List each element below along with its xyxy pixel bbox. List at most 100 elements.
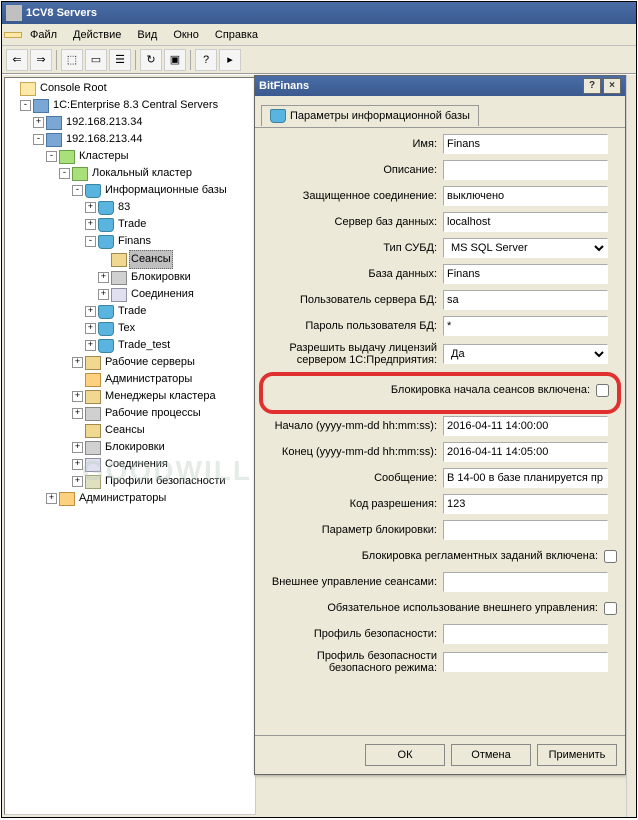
lockstart-checkbox[interactable] xyxy=(596,384,609,397)
apply-button[interactable]: Применить xyxy=(537,744,617,766)
permcode-field[interactable] xyxy=(443,494,608,514)
ok-button[interactable]: ОК xyxy=(365,744,445,766)
expander-icon[interactable]: + xyxy=(98,272,109,283)
expander-icon[interactable]: + xyxy=(72,357,83,368)
tree-ib-trade2[interactable]: Trade xyxy=(116,303,148,320)
expander-icon[interactable]: - xyxy=(85,236,96,247)
help-button[interactable]: ? xyxy=(583,78,601,94)
secprofile-field[interactable] xyxy=(443,624,608,644)
extmanage-field[interactable] xyxy=(443,572,608,592)
tree-local-cluster[interactable]: Локальный кластер xyxy=(90,165,194,182)
tree-securityprofiles[interactable]: Профили безопасности xyxy=(103,473,228,490)
dbpass-field[interactable] xyxy=(443,316,608,336)
tree-workservers[interactable]: Рабочие серверы xyxy=(103,354,197,371)
desc-field[interactable] xyxy=(443,160,608,180)
end-field[interactable] xyxy=(443,442,608,462)
secure-field[interactable] xyxy=(443,186,608,206)
forward-button[interactable]: ⇒ xyxy=(30,49,52,71)
tree-connections[interactable]: Соединения xyxy=(129,286,196,303)
name-field[interactable] xyxy=(443,134,608,154)
tab-params[interactable]: Параметры информационной базы xyxy=(261,105,479,126)
tree-admins[interactable]: Администраторы xyxy=(103,371,194,388)
menu-view[interactable]: Вид xyxy=(129,27,165,43)
expander-icon[interactable]: + xyxy=(72,476,83,487)
tree-workprocesses[interactable]: Рабочие процессы xyxy=(103,405,203,422)
up-button[interactable]: ⬚ xyxy=(61,49,83,71)
tree-panel[interactable]: Console Root - 1C:Enterprise 8.3 Central … xyxy=(4,77,256,815)
infobase-icon xyxy=(85,184,101,198)
dbname-field[interactable] xyxy=(443,264,608,284)
expander-icon[interactable]: + xyxy=(85,323,96,334)
schedlock-label: Блокировка регламентных заданий включена… xyxy=(263,550,604,562)
dbpass-label: Пароль пользователя БД: xyxy=(263,320,443,332)
tree-clusters[interactable]: Кластеры xyxy=(77,148,131,165)
tree-ib-finans[interactable]: Finans xyxy=(116,233,153,250)
expander-icon[interactable]: + xyxy=(98,289,109,300)
help-button[interactable]: ? xyxy=(195,49,217,71)
show-button[interactable]: ▭ xyxy=(85,49,107,71)
close-button[interactable]: × xyxy=(603,78,621,94)
tree-clustermanagers[interactable]: Менеджеры кластера xyxy=(103,388,218,405)
tree-sessions[interactable]: Сеансы xyxy=(129,250,173,269)
safesecprofile-field[interactable] xyxy=(443,652,608,672)
extmanage-label: Внешнее управление сеансами: xyxy=(263,576,443,588)
expander-icon[interactable]: + xyxy=(72,459,83,470)
lockstart-label: Блокировка начала сеансов включена: xyxy=(271,384,596,396)
tree-sessions2[interactable]: Сеансы xyxy=(103,422,147,439)
tree-connections2[interactable]: Соединения xyxy=(103,456,170,473)
tree-ib-trade[interactable]: Trade xyxy=(116,216,148,233)
tree-ib-tradetest[interactable]: Trade_test xyxy=(116,337,172,354)
expander-icon[interactable]: - xyxy=(59,168,70,179)
expander-icon[interactable]: + xyxy=(33,117,44,128)
separator xyxy=(56,50,57,70)
extmanage-req-checkbox[interactable] xyxy=(604,602,617,615)
separator xyxy=(135,50,136,70)
schedlock-checkbox[interactable] xyxy=(604,550,617,563)
locks-icon xyxy=(111,271,127,285)
lockparam-field[interactable] xyxy=(443,520,608,540)
expander-icon[interactable]: + xyxy=(85,306,96,317)
expander-icon[interactable]: - xyxy=(33,134,44,145)
license-select[interactable]: Да xyxy=(443,344,608,364)
expander-icon[interactable]: - xyxy=(46,151,57,162)
tree-console-root[interactable]: Console Root xyxy=(38,80,109,97)
tree-infobases[interactable]: Информационные базы xyxy=(103,182,229,199)
tree-server-2[interactable]: 192.168.213.44 xyxy=(64,131,144,148)
expander-icon[interactable]: - xyxy=(20,100,31,111)
dbtype-select[interactable]: MS SQL Server xyxy=(443,238,608,258)
tree-enterprise[interactable]: 1C:Enterprise 8.3 Central Servers xyxy=(51,97,220,114)
refresh-button[interactable]: ↻ xyxy=(140,49,162,71)
expander-icon[interactable]: + xyxy=(72,408,83,419)
msg-field[interactable] xyxy=(443,468,608,488)
expander-icon[interactable]: + xyxy=(72,391,83,402)
list-button[interactable]: ☰ xyxy=(109,49,131,71)
tree-admins2[interactable]: Администраторы xyxy=(77,490,168,507)
tree-server-1[interactable]: 192.168.213.34 xyxy=(64,114,144,131)
menu-window[interactable]: Окно xyxy=(165,27,207,43)
expander-icon[interactable]: - xyxy=(72,185,83,196)
menu-file[interactable]: Файл xyxy=(22,27,65,43)
cancel-button[interactable]: Отмена xyxy=(451,744,531,766)
expander-icon[interactable]: + xyxy=(85,202,96,213)
dbserver-label: Сервер баз данных: xyxy=(263,216,443,228)
expander-icon[interactable]: + xyxy=(46,493,57,504)
expander-icon[interactable]: + xyxy=(85,219,96,230)
back-button[interactable]: ⇐ xyxy=(6,49,28,71)
export-button[interactable]: ▣ xyxy=(164,49,186,71)
start-label: Начало (yyyy-mm-dd hh:mm:ss): xyxy=(263,420,443,432)
expander-icon[interactable]: + xyxy=(72,442,83,453)
menu-help[interactable]: Справка xyxy=(207,27,266,43)
expander-icon[interactable]: + xyxy=(85,340,96,351)
menu-action[interactable]: Действие xyxy=(65,27,129,43)
start-field[interactable] xyxy=(443,416,608,436)
tree-ib-tex[interactable]: Tex xyxy=(116,320,137,337)
run-button[interactable]: ▸ xyxy=(219,49,241,71)
dbserver-field[interactable] xyxy=(443,212,608,232)
dbuser-field[interactable] xyxy=(443,290,608,310)
tree-locks2[interactable]: Блокировки xyxy=(103,439,167,456)
msg-label: Сообщение: xyxy=(263,472,443,484)
tree-locks[interactable]: Блокировки xyxy=(129,269,193,286)
extmanage-req-label: Обязательное использование внешнего упра… xyxy=(263,602,604,614)
db-icon xyxy=(98,218,114,232)
tree-ib-83[interactable]: 83 xyxy=(116,199,132,216)
